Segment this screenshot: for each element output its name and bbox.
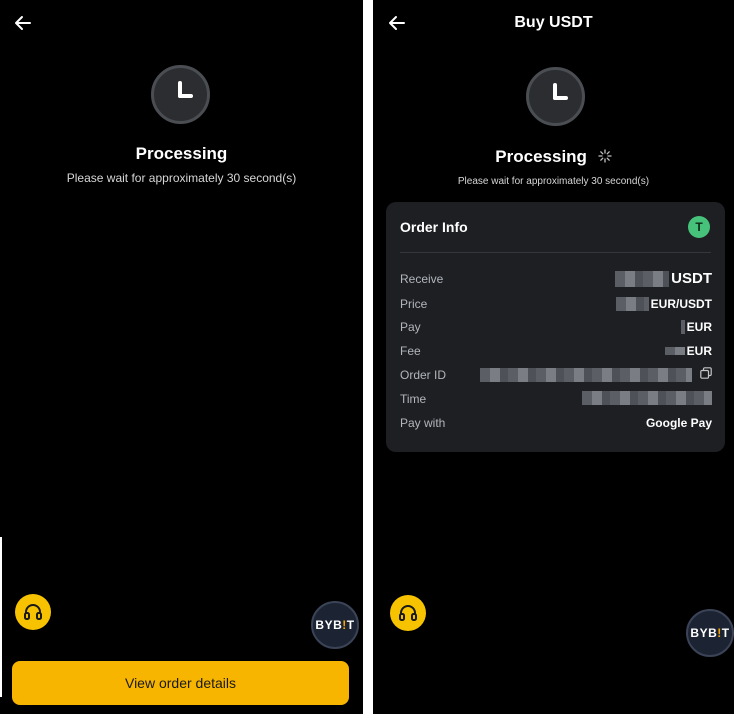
bybit-logo-button[interactable]: BYB!T: [686, 609, 734, 657]
redacted-time: [582, 391, 712, 405]
redacted-order-id: [480, 367, 692, 382]
fee-value: EUR: [664, 344, 712, 358]
pay-with-label: Pay with: [400, 416, 446, 430]
processing-subtitle: Please wait for approximately 30 second(…: [66, 171, 297, 185]
bybit-logo-button[interactable]: BYB!T: [311, 601, 359, 649]
order-id-label: Order ID: [400, 368, 447, 382]
view-order-details-button[interactable]: View order details: [12, 661, 349, 705]
spinner-icon: [598, 148, 612, 168]
clock-icon: [151, 65, 210, 124]
processing-subtitle: Please wait for approximately 30 second(…: [457, 176, 650, 187]
headset-icon: [24, 604, 42, 620]
processing-title-row: Processing: [373, 147, 734, 168]
support-button[interactable]: [15, 594, 51, 630]
processing-title: Processing: [495, 147, 587, 166]
edge-divider: [0, 537, 2, 697]
redacted-amount: [680, 320, 685, 334]
fee-label: Fee: [400, 344, 421, 358]
processing-title: Processing: [135, 144, 228, 163]
time-label: Time: [400, 392, 427, 406]
redacted-amount: [615, 270, 670, 287]
copy-icon[interactable]: [700, 367, 712, 382]
pay-label: Pay: [400, 320, 421, 334]
pay-with-value: Google Pay: [645, 416, 712, 430]
card-divider: [400, 252, 711, 253]
tether-icon: T: [688, 216, 710, 238]
pay-value: EUR: [680, 320, 712, 334]
price-value: EUR/USDT: [615, 297, 712, 311]
order-info-title: Order Info: [400, 219, 468, 235]
redacted-amount: [664, 347, 685, 355]
order-info-card: Order Info T Receive USDT Price EUR/USDT…: [386, 202, 725, 452]
right-screen: Buy USDT Processing Please wait for appr: [373, 0, 734, 714]
headset-icon: [399, 605, 417, 621]
page-title: Buy USDT: [514, 14, 593, 31]
receive-label: Receive: [400, 272, 444, 286]
receive-value: USDT: [615, 270, 712, 287]
left-screen: Processing Please wait for approximately…: [0, 0, 363, 714]
clock-icon: [526, 67, 585, 126]
support-button[interactable]: [390, 595, 426, 631]
back-arrow-icon[interactable]: [12, 12, 34, 34]
order-id-value: [480, 367, 712, 382]
redacted-amount: [615, 297, 649, 311]
time-value: [582, 391, 712, 405]
price-label: Price: [400, 297, 428, 311]
